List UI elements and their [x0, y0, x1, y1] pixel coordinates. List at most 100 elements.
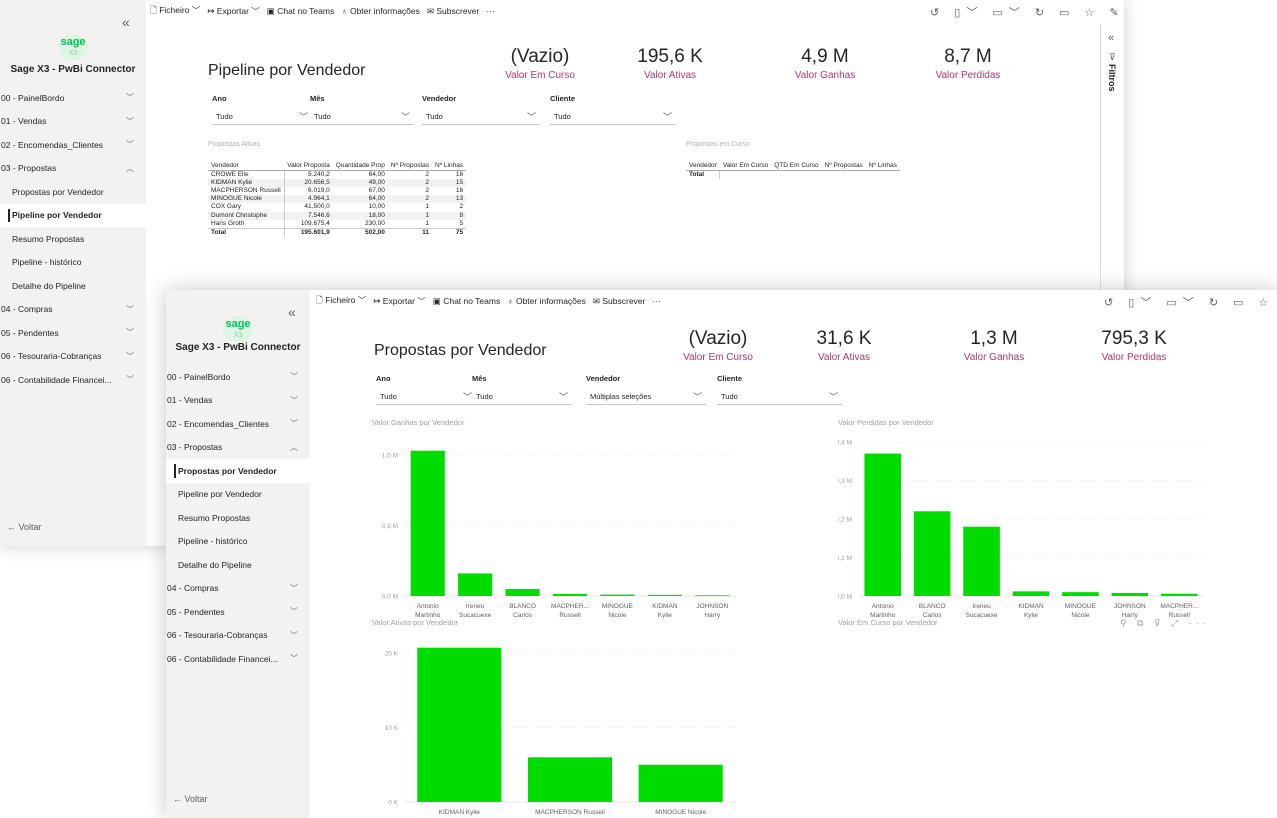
nav-section-item[interactable]: 03 - Propostas ︿: [0, 157, 146, 181]
x-tick-label: Antonio: [417, 603, 439, 610]
nav-item-label: Pipeline por Vendedor: [178, 489, 262, 500]
table-cell: 11: [387, 227, 433, 238]
nav-item-label: 04 - Compras: [167, 583, 219, 594]
slicer-ano[interactable]: Ano Tudo ﹀: [212, 94, 312, 125]
table-cell: 2: [387, 195, 433, 204]
slicer-vendedor[interactable]: Vendedor Tudo ﹀: [422, 94, 540, 125]
nav-page-item[interactable]: Pipeline por Vendedor: [0, 203, 146, 227]
nav-item-label: Pipeline por Vendedor: [12, 210, 102, 221]
column-header[interactable]: Quantidade Prop: [332, 154, 388, 171]
nav-page-item[interactable]: Detalhe do Pipeline: [166, 553, 310, 577]
collapse-nav-icon[interactable]: «: [288, 304, 296, 320]
slicer-mes[interactable]: Mês Tudo ﹀: [472, 374, 572, 405]
nav-page-item[interactable]: Resumo Propostas: [166, 506, 310, 530]
slicer-cliente[interactable]: Cliente Tudo ﹀: [550, 94, 676, 125]
nav-page-item[interactable]: Detalhe do Pipeline: [0, 274, 146, 298]
nav-section-item[interactable]: 02 - Encomendas_Clientes ﹀: [166, 412, 310, 436]
teams-chat-button[interactable]: ▣ Chat no Teams: [433, 296, 500, 307]
table-cell: 2: [387, 178, 433, 187]
column-header[interactable]: Nº Linhas: [865, 154, 900, 171]
slicer-ano[interactable]: Ano Tudo ﹀: [376, 374, 476, 405]
x-tick-label: MACPHERSON Russell: [535, 809, 605, 816]
bar: [600, 594, 635, 596]
subscribe-button[interactable]: ✉ Subscrever: [593, 296, 645, 307]
nav-page-item[interactable]: Propostas por Vendedor: [0, 180, 146, 204]
slicer-vendedor[interactable]: Vendedor Múltiplas seleções ﹀: [586, 374, 706, 405]
column-header[interactable]: Vendedor: [208, 154, 285, 171]
view-tools[interactable]: ↺ ▯﹀ ▭﹀ ↻ ▭ ☆ ✎ ⓘ: [1104, 294, 1277, 310]
nav-page-item[interactable]: Resumo Propostas: [0, 227, 146, 251]
nav-section-item[interactable]: 04 - Compras ﹀: [0, 298, 146, 322]
nav-page-item[interactable]: Pipeline - histórico: [166, 530, 310, 554]
table-row[interactable]: COX Gary 41.500,0 10,00 1 2: [208, 203, 466, 212]
subscribe-button[interactable]: ✉ Subscrever: [427, 6, 479, 17]
nav-section-item[interactable]: 04 - Compras ﹀: [166, 577, 310, 601]
nav-section-item[interactable]: 06 - Tesouraria-Cobranças ﹀: [166, 624, 310, 648]
nav-section-item[interactable]: 05 - Pendentes ﹀: [0, 321, 146, 345]
chevron-icon: ﹀: [290, 395, 298, 405]
chevron-icon: ﹀: [126, 375, 134, 385]
kpi-card: 31,6 K Valor Ativas: [816, 328, 872, 363]
teams-chat-button[interactable]: ▣ Chat no Teams: [267, 6, 334, 17]
slicer-mes[interactable]: Mês Tudo ﹀: [310, 94, 414, 125]
table-cell: 49,00: [332, 178, 388, 187]
column-header[interactable]: Nº Propostas: [821, 154, 866, 171]
chart-svg: 0,0 M0,1 M0,2 M0,3 M0,4 MAntonioMartinho…: [838, 440, 1204, 619]
bar: [505, 588, 540, 596]
visual-header-tools[interactable]: ⚲ ⧉ ⊽ ⤢ ···: [1120, 618, 1210, 629]
back-button[interactable]: ← Voltar: [7, 522, 42, 532]
table-cell: 15: [432, 178, 467, 187]
nav-section-item[interactable]: 03 - Propostas ︿: [166, 436, 310, 460]
table-cell: 6.019,0: [283, 186, 333, 196]
nav-page-item[interactable]: Pipeline - histórico: [0, 251, 146, 275]
nav-section-item[interactable]: 01 - Vendas ﹀: [166, 389, 310, 413]
table-row[interactable]: Hans Groth 109.675,4 230,00 1 5: [208, 219, 466, 229]
column-header[interactable]: Nº Propostas: [387, 154, 433, 171]
table-row[interactable]: Dumont Christophe 7.546,6 18,00 1 8: [208, 211, 467, 220]
table-row[interactable]: CROWE Elle 5.240,2 64,00 2 16: [208, 170, 466, 179]
collapse-nav-icon[interactable]: «: [122, 14, 130, 30]
export-menu[interactable]: ↦ Exportar ﹀: [207, 5, 259, 17]
nav-section-item[interactable]: 02 - Encomendas_Clientes ﹀: [0, 133, 146, 157]
chevron-icon: ﹀: [290, 630, 298, 640]
chart-valor-em-curso[interactable]: Valor Em Curso por Vendedor: [838, 618, 1138, 638]
table-row[interactable]: KIDMAN Kylie 20.656,5 49,00 2 15: [208, 178, 467, 187]
view-tools[interactable]: ↺ ▯﹀ ▭﹀ ↻ ▭ ☆ ✎ ⓘ: [930, 4, 1124, 20]
report-toolbar: 🗋 Ficheiro ﹀ ↦ Exportar ﹀ ▣ Chat no Team…: [316, 290, 668, 312]
back-button[interactable]: ← Voltar: [173, 794, 208, 804]
column-header[interactable]: Valor Proposta: [284, 154, 333, 171]
bar: [864, 453, 902, 596]
column-header[interactable]: Valor Em Curso: [719, 154, 772, 171]
nav-section-item[interactable]: 05 - Pendentes ﹀: [166, 600, 310, 624]
slicer-cliente[interactable]: Cliente Tudo ﹀: [717, 374, 842, 405]
nav-page-item[interactable]: Pipeline por Vendedor: [166, 483, 310, 507]
file-menu[interactable]: 🗋 Ficheiro ﹀: [316, 294, 366, 309]
column-header[interactable]: Nº Linhas: [432, 154, 467, 171]
nav-section-item[interactable]: 01 - Vendas ﹀: [0, 110, 146, 134]
table-cell: 18,00: [332, 211, 388, 220]
chevron-icon: ﹀: [290, 607, 298, 617]
more-options-button[interactable]: ···: [486, 6, 495, 16]
nav-page-item[interactable]: Propostas por Vendedor: [166, 459, 310, 483]
table-cell: Dumont Christophe: [208, 211, 285, 220]
column-header[interactable]: Vendedor: [686, 154, 720, 171]
nav-item-label: 02 - Encomendas_Clientes: [167, 418, 270, 429]
insights-button[interactable]: ♁ Obter informações: [507, 296, 586, 306]
chart-valor-ativas[interactable]: Valor Ativas por Vendedor 0 K 10 K 20 K KIDM…: [372, 618, 742, 818]
chevron-icon: ﹀: [126, 140, 134, 150]
insights-button[interactable]: ♁ Obter informações: [341, 6, 420, 16]
table-row[interactable]: MACPHERSON Russell 6.019,0 67,00 2 16: [208, 186, 466, 196]
file-menu[interactable]: 🗋 Ficheiro ﹀: [150, 4, 200, 19]
column-header[interactable]: QTD Em Curso: [771, 154, 822, 171]
more-options-button[interactable]: ···: [652, 296, 661, 306]
nav-section-item[interactable]: 06 - Tesouraria-Cobranças ﹀: [0, 345, 146, 369]
nav-section-item[interactable]: 06 - Contabilidade Financei... ﹀: [166, 647, 310, 671]
export-menu[interactable]: ↦ Exportar ﹀: [373, 295, 425, 307]
table-cell: 7.546,6: [283, 211, 333, 220]
chart-valor-perdidas[interactable]: Valor Perdidas por Vendedor0,0 M0,1 M0,2…: [838, 418, 1210, 628]
nav-section-item[interactable]: 00 - PainelBordo ﹀: [0, 86, 146, 110]
nav-section-item[interactable]: 06 - Contabilidade Financei... ﹀: [0, 368, 146, 392]
nav-section-item[interactable]: 00 - PainelBordo ﹀: [166, 365, 310, 389]
table-row[interactable]: MINOGUE Nicole 4.964,1 64,00 2 13: [208, 195, 467, 204]
chart-valor-ganhas[interactable]: Valor Ganhas por Vendedor 0,0 M 0,5 M 1,0 M…: [372, 418, 742, 628]
